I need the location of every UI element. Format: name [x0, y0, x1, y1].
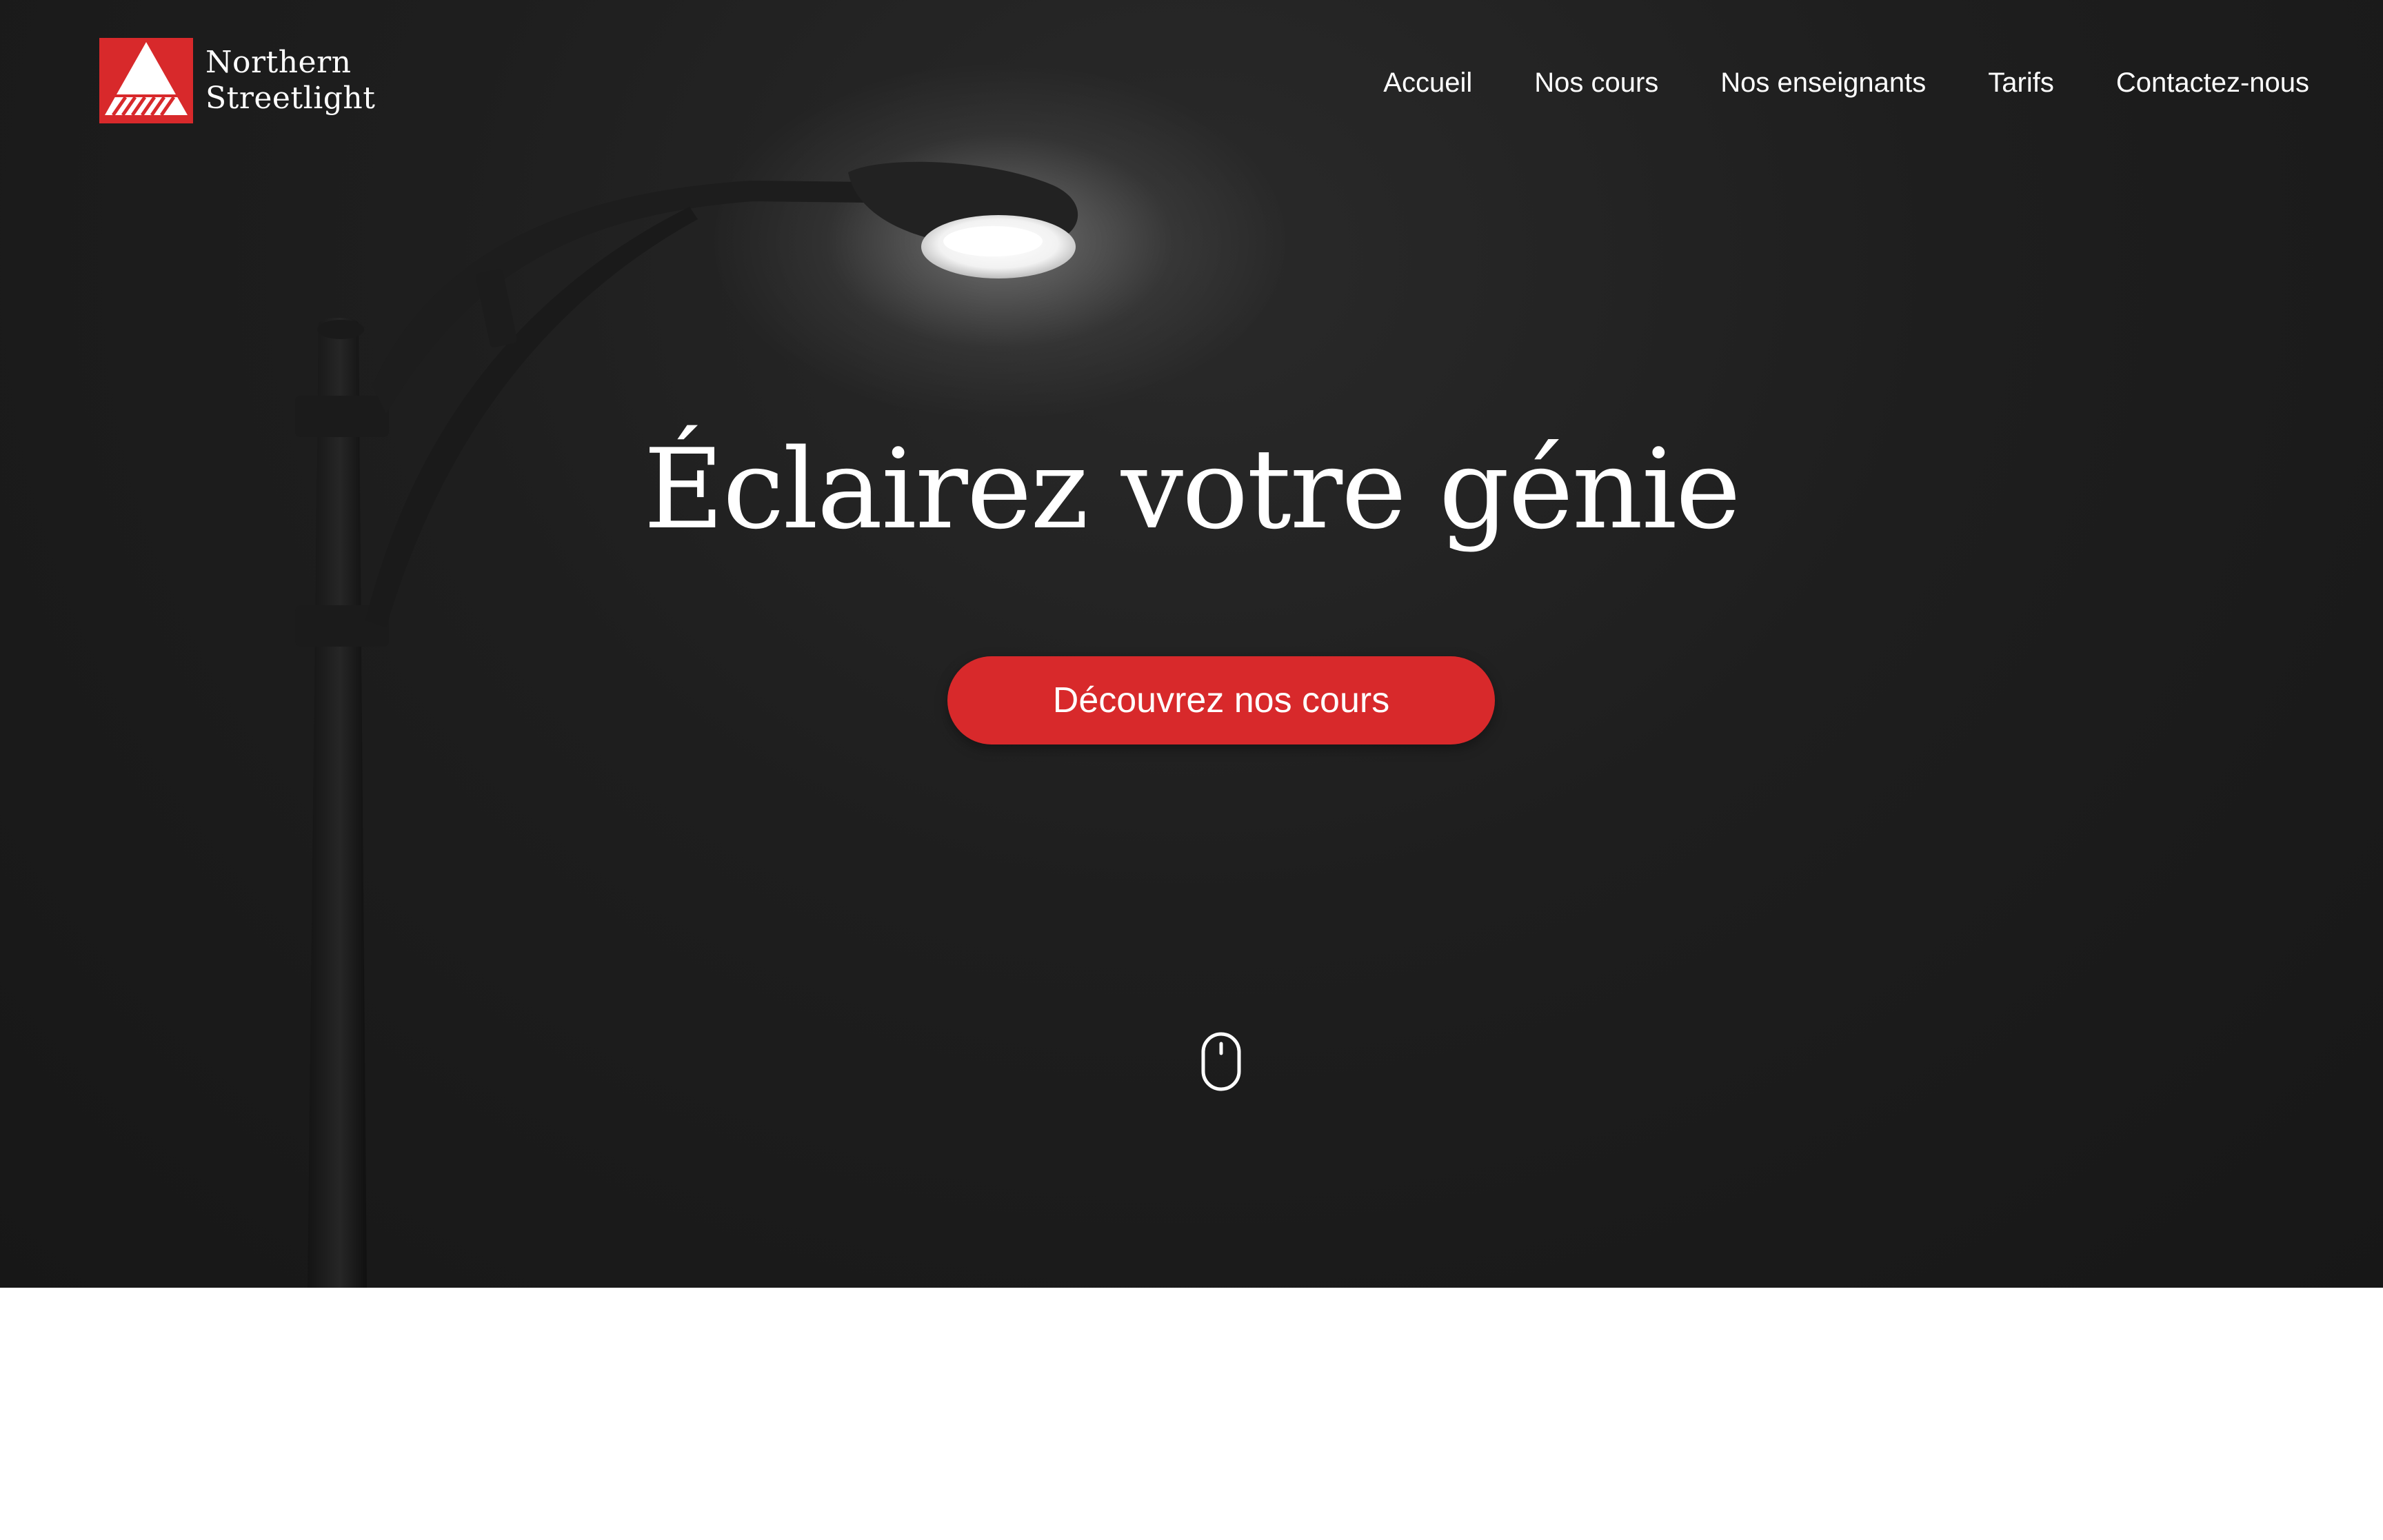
nav-link-nos-cours[interactable]: Nos cours	[1534, 68, 1658, 98]
nav-item-contactez-nous: Contactez-nous	[2116, 63, 2309, 102]
nav-link-nos-enseignants[interactable]: Nos enseignants	[1720, 68, 1926, 98]
content-section	[0, 1288, 2383, 1540]
mouse-scroll-icon[interactable]	[1200, 1031, 1243, 1092]
nav-item-nos-cours: Nos cours	[1534, 63, 1658, 102]
nav-item-accueil: Accueil	[1383, 63, 1472, 102]
street-lamp-image	[295, 62, 1289, 1288]
main-nav: Accueil Nos cours Nos enseignants Tarifs…	[1383, 63, 2309, 102]
brand-logo[interactable]: Northern Streetlight	[99, 38, 375, 123]
mountain-triangle-icon	[99, 38, 193, 123]
discover-courses-button[interactable]: Découvrez nos cours	[947, 656, 1495, 744]
brand-name: Northern Streetlight	[205, 45, 375, 116]
nav-link-tarifs[interactable]: Tarifs	[1988, 68, 2054, 98]
nav-link-contactez-nous[interactable]: Contactez-nous	[2116, 68, 2309, 98]
hero-title: Éclairez votre génie	[643, 425, 1741, 554]
brand-name-line-1: Northern	[205, 45, 352, 80]
nav-item-nos-enseignants: Nos enseignants	[1720, 63, 1926, 102]
hero-section: Northern Streetlight Accueil Nos cours N…	[0, 0, 2383, 1288]
nav-link-accueil[interactable]: Accueil	[1383, 68, 1472, 98]
nav-item-tarifs: Tarifs	[1988, 63, 2054, 102]
brand-name-line-2: Streetlight	[205, 81, 376, 116]
